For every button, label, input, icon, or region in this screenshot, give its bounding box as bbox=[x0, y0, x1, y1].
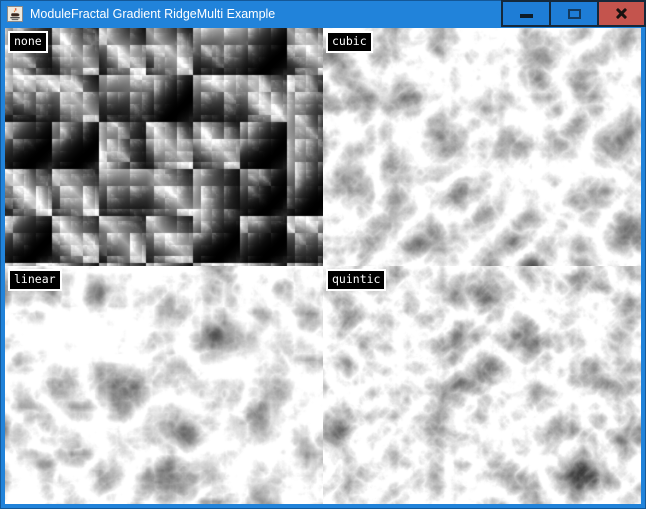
render-area: none cubic linear quintic bbox=[5, 28, 641, 504]
interp-label-quintic: quintic bbox=[326, 269, 386, 291]
noise-canvas-none bbox=[5, 28, 323, 266]
quadrant-none: none bbox=[5, 28, 323, 266]
quadrant-cubic: cubic bbox=[323, 28, 641, 266]
minimize-button[interactable] bbox=[501, 0, 551, 27]
app-window: ModuleFractal Gradient RidgeMulti Exampl… bbox=[0, 0, 646, 509]
noise-canvas-linear bbox=[5, 266, 323, 504]
window-controls bbox=[501, 0, 646, 27]
quadrant-linear: linear bbox=[5, 266, 323, 504]
interp-label-linear: linear bbox=[8, 269, 62, 291]
close-icon bbox=[615, 7, 628, 20]
close-button[interactable] bbox=[597, 0, 646, 27]
quadrant-quintic: quintic bbox=[323, 266, 641, 504]
titlebar[interactable]: ModuleFractal Gradient RidgeMulti Exampl… bbox=[0, 0, 646, 28]
noise-canvas-quintic bbox=[323, 266, 641, 504]
maximize-button[interactable] bbox=[549, 0, 599, 27]
noise-canvas-cubic bbox=[323, 28, 641, 266]
interp-label-none: none bbox=[8, 31, 48, 53]
interp-label-cubic: cubic bbox=[326, 31, 373, 53]
minimize-icon bbox=[520, 14, 533, 18]
window-title: ModuleFractal Gradient RidgeMulti Exampl… bbox=[30, 0, 275, 28]
java-coffee-cup-icon bbox=[7, 6, 23, 22]
maximize-icon bbox=[568, 9, 581, 19]
